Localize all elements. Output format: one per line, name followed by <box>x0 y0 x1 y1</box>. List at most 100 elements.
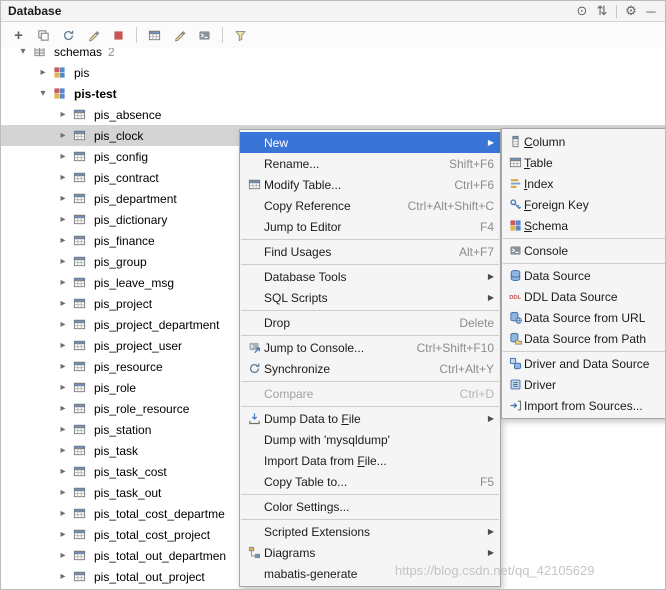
duplicate-icon <box>37 29 50 42</box>
menu-item-sql-scripts[interactable]: SQL Scripts▶ <box>240 287 500 308</box>
chevron-collapsed-icon[interactable]: ▸ <box>55 172 71 183</box>
menu-separator <box>241 239 499 240</box>
chevron-collapsed-icon[interactable]: ▸ <box>55 319 71 330</box>
menu-item-copy-reference[interactable]: Copy ReferenceCtrl+Alt+Shift+C <box>240 195 500 216</box>
menu-item-driver[interactable]: Driver <box>502 374 666 395</box>
menu-item-driver-and-data-source[interactable]: Driver and Data Source <box>502 353 666 374</box>
menu-item-dump-data-to-file[interactable]: Dump Data to File▶ <box>240 408 500 429</box>
chevron-collapsed-icon[interactable]: ▸ <box>55 487 71 498</box>
menu-item-table[interactable]: Table <box>502 152 666 173</box>
menu-item-column[interactable]: Column <box>502 131 666 152</box>
menu-item-dump-with-mysqldump[interactable]: Dump with 'mysqldump' <box>240 429 500 450</box>
tree-row-pis-absence[interactable]: ▸pis_absence <box>1 104 665 125</box>
tree-label: pis_clock <box>94 129 143 143</box>
menu-item-scripted-extensions[interactable]: Scripted Extensions▶ <box>240 521 500 542</box>
tree-label: pis_project_user <box>94 339 182 353</box>
menu-item-ddl-data-source[interactable]: DDLDDL Data Source <box>502 286 666 307</box>
open-table-editor-button[interactable] <box>142 24 167 46</box>
tree-label: pis_finance <box>94 234 155 248</box>
chevron-collapsed-icon[interactable]: ▸ <box>55 130 71 141</box>
chevron-expanded-icon[interactable]: ▾ <box>35 88 51 99</box>
chevron-collapsed-icon[interactable]: ▸ <box>55 424 71 435</box>
edit-button[interactable] <box>167 24 192 46</box>
tree-label: pis_station <box>94 423 151 437</box>
menu-item-schema[interactable]: Schema <box>502 215 666 236</box>
menu-item-rename[interactable]: Rename...Shift+F6 <box>240 153 500 174</box>
chevron-collapsed-icon[interactable]: ▸ <box>55 445 71 456</box>
settings-button[interactable]: ⚙ <box>621 3 641 20</box>
menu-item-label: Dump with 'mysqldump' <box>264 433 390 447</box>
chevron-collapsed-icon[interactable]: ▸ <box>55 151 71 162</box>
menu-item-mabatis-generate[interactable]: mabatis-generate <box>240 563 500 584</box>
menu-item-database-tools[interactable]: Database Tools▶ <box>240 266 500 287</box>
menu-item-diagrams[interactable]: Diagrams▶ <box>240 542 500 563</box>
menu-item-label: Data Source from URL <box>524 311 645 325</box>
table-icon <box>148 29 161 42</box>
chevron-collapsed-icon[interactable]: ▸ <box>55 466 71 477</box>
menu-item-modify-table[interactable]: Modify Table...Ctrl+F6 <box>240 174 500 195</box>
table-icon <box>71 128 87 144</box>
chevron-collapsed-icon[interactable]: ▸ <box>55 256 71 267</box>
menu-item-data-source[interactable]: Data Source <box>502 265 666 286</box>
refresh-button[interactable] <box>56 24 81 46</box>
chevron-collapsed-icon[interactable]: ▸ <box>55 403 71 414</box>
chevron-collapsed-icon[interactable]: ▸ <box>55 340 71 351</box>
chevron-collapsed-icon[interactable]: ▸ <box>55 529 71 540</box>
menu-item-label: Database Tools <box>264 270 347 284</box>
save-icon <box>244 412 264 425</box>
chevron-expanded-icon[interactable]: ▾ <box>15 48 31 57</box>
tree-row-schemas[interactable]: ▾schemas2 <box>1 48 665 62</box>
open-console-button[interactable] <box>192 24 217 46</box>
driver-icon <box>506 378 524 391</box>
hide-button[interactable]: ─ <box>641 3 661 20</box>
menu-shortcut: F4 <box>466 220 494 234</box>
menu-item-jump-to-console[interactable]: Jump to Console...Ctrl+Shift+F10 <box>240 337 500 358</box>
menu-item-synchronize[interactable]: SynchronizeCtrl+Alt+Y <box>240 358 500 379</box>
menu-item-import-data-from-file[interactable]: Import Data from File... <box>240 450 500 471</box>
menu-item-jump-to-editor[interactable]: Jump to EditorF4 <box>240 216 500 237</box>
chevron-collapsed-icon[interactable]: ▸ <box>55 109 71 120</box>
submenu-arrow-icon: ▶ <box>483 293 494 302</box>
chevron-collapsed-icon[interactable]: ▸ <box>55 214 71 225</box>
menu-item-find-usages[interactable]: Find UsagesAlt+F7 <box>240 241 500 262</box>
menu-item-console[interactable]: Console <box>502 240 666 261</box>
menu-item-index[interactable]: Index <box>502 173 666 194</box>
tree-row-pis[interactable]: ▸pis <box>1 62 665 83</box>
stop-button[interactable] <box>106 24 131 46</box>
menu-item-color-settings[interactable]: Color Settings... <box>240 496 500 517</box>
menu-item-data-source-from-url[interactable]: Data Source from URL <box>502 307 666 328</box>
chevron-collapsed-icon[interactable]: ▸ <box>55 508 71 519</box>
menu-item-label: Table <box>524 156 553 170</box>
chevron-collapsed-icon[interactable]: ▸ <box>55 382 71 393</box>
menu-item-foreign-key[interactable]: Foreign Key <box>502 194 666 215</box>
chevron-collapsed-icon[interactable]: ▸ <box>55 550 71 561</box>
menu-item-copy-table-to[interactable]: Copy Table to...F5 <box>240 471 500 492</box>
chevron-collapsed-icon[interactable]: ▸ <box>55 193 71 204</box>
context-menu: New▶Rename...Shift+F6Modify Table...Ctrl… <box>239 129 501 587</box>
chevron-collapsed-icon[interactable]: ▸ <box>55 361 71 372</box>
chevron-collapsed-icon[interactable]: ▸ <box>55 298 71 309</box>
menu-item-data-source-from-path[interactable]: Data Source from Path <box>502 328 666 349</box>
menu-item-label: Diagrams <box>264 546 315 560</box>
schema-icon <box>51 86 67 102</box>
filter-button[interactable] <box>228 24 253 46</box>
chevron-collapsed-icon[interactable]: ▸ <box>55 235 71 246</box>
submit-changes-button[interactable] <box>81 24 106 46</box>
chevron-collapsed-icon[interactable]: ▸ <box>35 67 51 78</box>
tree-label: pis_config <box>94 150 148 164</box>
menu-item-new[interactable]: New▶ <box>240 132 500 153</box>
menu-item-drop[interactable]: DropDelete <box>240 312 500 333</box>
menu-item-label: Color Settings... <box>264 500 349 514</box>
expand-collapse-button[interactable]: ⇅ <box>592 3 612 20</box>
menu-item-import-from-sources[interactable]: Import from Sources... <box>502 395 666 416</box>
index-icon <box>506 177 524 190</box>
tree-label: pis_total_out_departmen <box>94 549 226 563</box>
chevron-collapsed-icon[interactable]: ▸ <box>55 277 71 288</box>
duplicate-button[interactable] <box>31 24 56 46</box>
add-button[interactable]: + <box>6 24 31 46</box>
table-icon <box>71 107 87 123</box>
tree-row-pis-test[interactable]: ▾pis-test <box>1 83 665 104</box>
chevron-collapsed-icon[interactable]: ▸ <box>55 571 71 582</box>
float-mode-button[interactable]: ⊙ <box>572 3 592 20</box>
schemas-icon <box>31 48 47 60</box>
